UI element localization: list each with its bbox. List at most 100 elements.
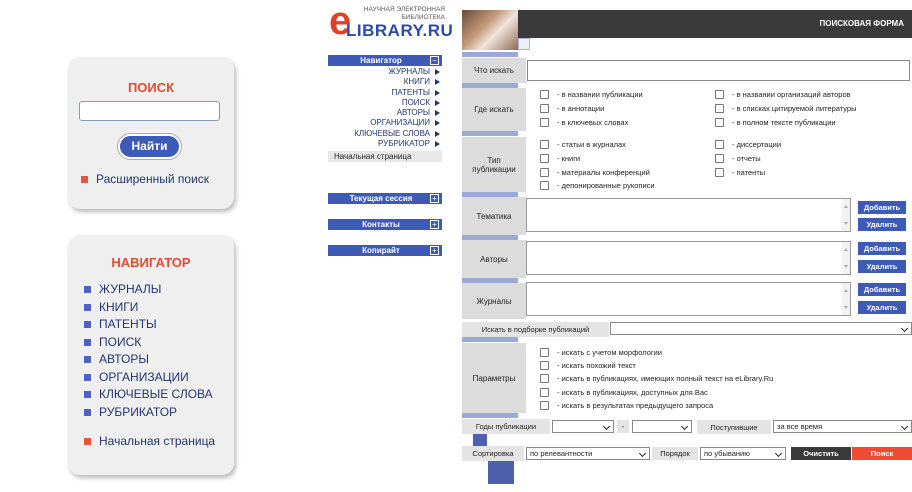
journals-list[interactable] (526, 282, 851, 316)
center-nav-books[interactable]: КНИГИ (328, 77, 442, 87)
scrollbar[interactable] (842, 199, 850, 231)
center-nav-home[interactable]: Начальная страница (328, 151, 442, 163)
checkbox[interactable] (715, 168, 724, 177)
nav-item-organizations[interactable]: ОРГАНИЗАЦИИ (68, 369, 234, 387)
center-nav-search[interactable]: ПОИСК (328, 98, 442, 108)
journals-remove-button[interactable]: Удалить (858, 301, 906, 314)
checkbox[interactable] (540, 118, 549, 127)
center-nav-patents[interactable]: ПАТЕНТЫ (328, 88, 442, 98)
param-available[interactable]: - искать в публикациях, доступных для Ва… (540, 388, 708, 397)
option-label: - искать в публикациях, доступных для Ва… (557, 388, 708, 397)
quick-search-input[interactable] (79, 101, 220, 121)
center-nav-organizations[interactable]: ОРГАНИЗАЦИИ (328, 118, 442, 128)
center-nav-rubricator[interactable]: РУБРИКАТОР (328, 139, 442, 149)
years-to-select[interactable] (632, 420, 692, 433)
nav-item-authors[interactable]: АВТОРЫ (68, 351, 234, 369)
find-button[interactable]: Найти (118, 134, 181, 159)
years-from-select[interactable] (552, 420, 614, 433)
clear-button[interactable]: Очистить (791, 447, 851, 460)
center-nav-journals[interactable]: ЖУРНАЛЫ (328, 67, 442, 77)
nav-item-books[interactable]: КНИГИ (68, 299, 234, 317)
checkbox[interactable] (540, 140, 549, 149)
where-option-references[interactable]: - в списках цитируемой литературы (715, 104, 857, 113)
checkbox[interactable] (540, 374, 549, 383)
option-label: - в названии публикации (557, 90, 643, 99)
checkbox[interactable] (715, 118, 724, 127)
find-button-label: Найти (131, 139, 168, 153)
checkbox[interactable] (540, 181, 549, 190)
subject-list[interactable] (526, 198, 851, 232)
journals-label: Журналы (462, 283, 526, 319)
subject-remove-button[interactable]: Удалить (858, 218, 906, 231)
checkbox[interactable] (715, 154, 724, 163)
advanced-search-link[interactable]: Расширенный поиск (81, 172, 209, 186)
type-option-reports[interactable]: - отчеты (715, 154, 761, 163)
query-textarea[interactable] (527, 60, 910, 81)
option-label: - искать в результатах предыдущего запро… (557, 401, 714, 410)
nav-item-keywords[interactable]: КЛЮЧЕВЫЕ СЛОВА (68, 386, 234, 404)
elibrary-logo[interactable]: e НАУЧНАЯ ЭЛЕКТРОННАЯ БИБЛИОТЕКА LIBRARY… (329, 0, 453, 47)
copyright-panel-title: Копирайт (362, 246, 400, 255)
nav-item-rubricator[interactable]: РУБРИКАТОР (68, 404, 234, 422)
expand-icon[interactable]: + (430, 246, 439, 255)
checkbox[interactable] (540, 154, 549, 163)
copyright-panel[interactable]: Копирайт + (328, 245, 442, 256)
expand-icon[interactable]: + (430, 220, 439, 229)
param-previous-results[interactable]: - искать в результатах предыдущего запро… (540, 401, 713, 410)
received-select[interactable]: за все время (773, 420, 912, 433)
checkbox[interactable] (715, 140, 724, 149)
nav-item-journals[interactable]: ЖУРНАЛЫ (68, 281, 234, 299)
type-option-manuscripts[interactable]: - депонированные рукописи (540, 181, 655, 190)
contacts-panel[interactable]: Контакты + (328, 219, 442, 230)
param-morphology[interactable]: - искать с учетом морфологии (540, 348, 662, 357)
center-nav-keywords[interactable]: КЛЮЧЕВЫЕ СЛОВА (328, 129, 442, 139)
nav-item-search[interactable]: ПОИСК (68, 334, 234, 352)
where-option-fulltext[interactable]: - в полном тексте публикации (715, 118, 836, 127)
type-option-books[interactable]: - книги (540, 154, 580, 163)
session-panel[interactable]: Текущая сессия + (328, 193, 442, 204)
type-option-patents[interactable]: - патенты (715, 168, 765, 177)
authors-remove-button[interactable]: Удалить (858, 260, 906, 273)
chevron-down-icon (900, 422, 909, 431)
checkbox[interactable] (540, 361, 549, 370)
where-option-abstract[interactable]: - в аннотации (540, 104, 604, 113)
bullet-square-icon (84, 373, 91, 381)
param-similar[interactable]: - искать похожий текст (540, 361, 636, 370)
authors-add-button[interactable]: Добавить (858, 242, 906, 255)
checkbox[interactable] (540, 104, 549, 113)
journals-add-button[interactable]: Добавить (858, 283, 906, 296)
collection-select[interactable] (610, 322, 912, 335)
checkbox[interactable] (715, 104, 724, 113)
where-option-orgs[interactable]: - в названии организаций авторов (715, 90, 851, 99)
checkbox[interactable] (715, 90, 724, 99)
navigator-links: ЖУРНАЛЫ КНИГИ ПАТЕНТЫ ПОИСК АВТОРЫ ОРГАН… (328, 67, 442, 149)
checkbox[interactable] (540, 348, 549, 357)
where-option-keywords[interactable]: - в ключевых словах (540, 118, 628, 127)
scrollbar[interactable] (842, 283, 850, 315)
type-option-articles[interactable]: - статьи в журналах (540, 140, 626, 149)
bullet-square-icon (84, 438, 91, 446)
navigator-panel-header[interactable]: Навигатор − (328, 55, 442, 66)
order-select[interactable]: по убыванию (700, 447, 786, 460)
sort-select[interactable]: по релевантности (526, 447, 650, 460)
collapse-icon[interactable]: − (430, 56, 439, 65)
home-page-link[interactable]: Начальная страница (84, 434, 215, 448)
checkbox[interactable] (540, 401, 549, 410)
scrollbar[interactable] (842, 242, 850, 274)
contacts-panel-header[interactable]: Контакты + (328, 219, 442, 230)
checkbox[interactable] (540, 168, 549, 177)
subject-add-button[interactable]: Добавить (858, 201, 906, 214)
param-fulltext[interactable]: - искать в публикациях, имеющих полный т… (540, 374, 773, 383)
session-panel-header[interactable]: Текущая сессия + (328, 193, 442, 204)
authors-list[interactable] (526, 241, 851, 275)
where-option-title[interactable]: - в названии публикации (540, 90, 643, 99)
checkbox[interactable] (540, 90, 549, 99)
checkbox[interactable] (540, 388, 549, 397)
type-option-dissertations[interactable]: - диссертации (715, 140, 781, 149)
copyright-panel-header[interactable]: Копирайт + (328, 245, 442, 256)
search-submit-button[interactable]: Поиск (852, 447, 912, 460)
center-nav-authors[interactable]: АВТОРЫ (328, 108, 442, 118)
expand-icon[interactable]: + (430, 194, 439, 203)
type-option-conferences[interactable]: - материалы конференций (540, 168, 650, 177)
nav-item-patents[interactable]: ПАТЕНТЫ (68, 316, 234, 334)
